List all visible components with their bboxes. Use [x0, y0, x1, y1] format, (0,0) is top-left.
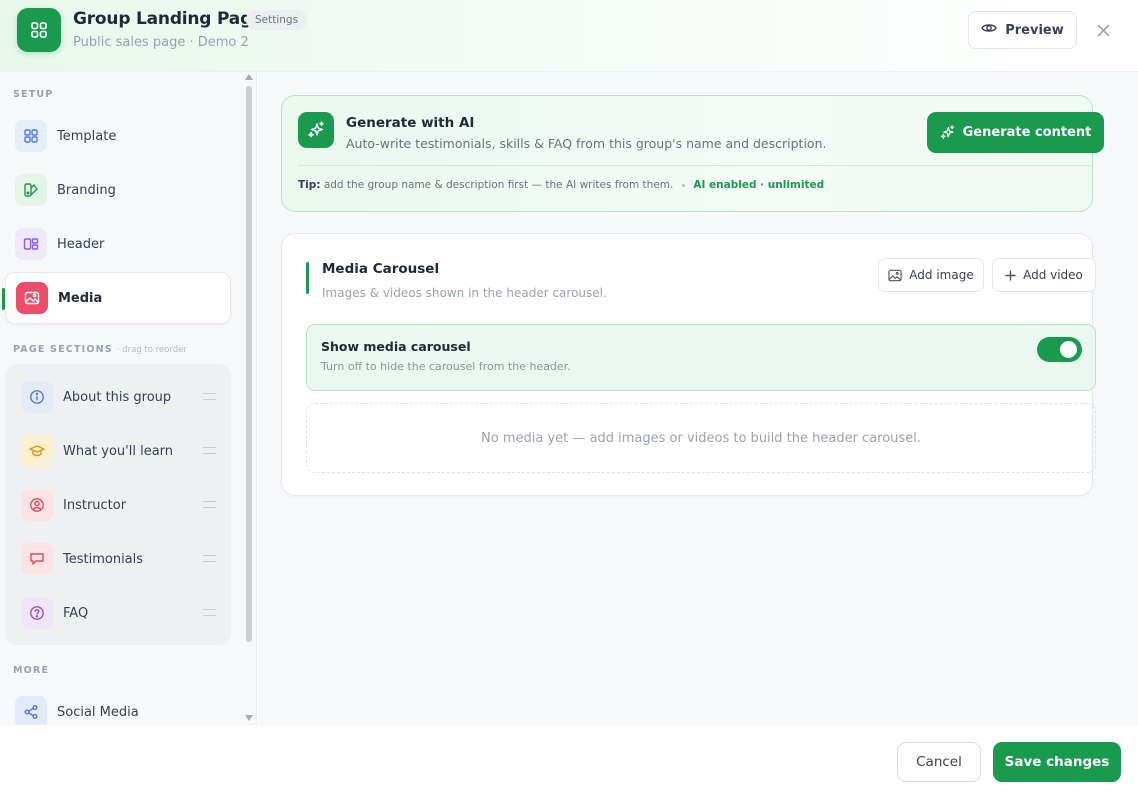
settings-badge: Settings: [246, 10, 308, 30]
footer: Cancel Save changes: [0, 724, 1138, 792]
show-carousel-toggle-row: Show media carousel Turn off to hide the…: [306, 324, 1096, 391]
image-icon: [888, 269, 902, 281]
media-carousel-card: Media Carousel Images & videos shown in …: [281, 233, 1096, 496]
ai-status: AI enabled · unlimited: [693, 179, 825, 191]
section-item-label: Instructor: [63, 497, 127, 513]
scrollbar-thumb[interactable]: [246, 86, 252, 642]
sidebar-item-label: Media: [58, 290, 103, 306]
section-item-label: What you'll learn: [63, 443, 174, 459]
drag-handle-icon[interactable]: [203, 447, 216, 454]
drag-hint: · drag to reorder: [116, 345, 187, 355]
drag-handle-icon[interactable]: [203, 501, 216, 508]
sidebar-item-template[interactable]: Template: [5, 110, 231, 162]
info-icon: [21, 381, 53, 413]
grid-icon: [15, 120, 47, 152]
drag-handle-icon[interactable]: [203, 609, 216, 616]
section-item-instructor[interactable]: Instructor: [16, 483, 220, 527]
section-item-label: Testimonials: [63, 551, 144, 567]
sidebar-item-header[interactable]: Header: [5, 218, 231, 270]
plus-icon: [1005, 269, 1016, 281]
cancel-button[interactable]: Cancel: [897, 742, 981, 782]
media-carousel-description: Images & videos shown in the header caro…: [322, 286, 607, 300]
media-empty-state: No media yet — add images or videos to b…: [306, 403, 1096, 473]
section-item-label: FAQ: [63, 605, 89, 621]
sidebar-item-label: Social Media: [57, 704, 139, 720]
close-icon: [1097, 24, 1109, 36]
generate-content-button[interactable]: Generate content: [927, 112, 1104, 153]
save-changes-button[interactable]: Save changes: [993, 742, 1121, 782]
ai-card-title: Generate with AI: [346, 115, 475, 131]
ai-card-description: Auto-write testimonials, skills & FAQ fr…: [346, 136, 827, 151]
tip-text: add the group name & description first —…: [323, 179, 674, 191]
tip-label: Tip:: [298, 179, 321, 191]
separator-dot: [682, 183, 686, 187]
chat-icon: [21, 543, 53, 575]
eye-icon: [981, 22, 998, 38]
sparkles-icon: [298, 112, 334, 148]
scroll-down-arrow-icon[interactable]: [245, 715, 253, 721]
sparkles-icon: [940, 125, 954, 139]
drag-handle-icon[interactable]: [203, 393, 216, 400]
setup-section-label: SETUP: [13, 89, 54, 100]
preview-button[interactable]: Preview: [968, 11, 1077, 49]
page-title: Group Landing Page: [73, 9, 264, 29]
image-icon: [16, 282, 48, 314]
graduation-cap-icon: [21, 435, 53, 467]
divider: [298, 165, 1092, 166]
sidebar-item-label: Branding: [57, 182, 116, 198]
main-content: Generate with AI Auto-write testimonials…: [258, 72, 1138, 724]
more-section-label: MORE: [13, 665, 50, 676]
add-image-button[interactable]: Add image: [878, 258, 984, 292]
section-item-label: About this group: [63, 389, 172, 405]
show-carousel-toggle[interactable]: [1037, 337, 1082, 362]
page-sections-label-text: PAGE SECTIONS: [13, 344, 113, 355]
sidebar-item-label: Header: [57, 236, 105, 252]
user-icon: [21, 489, 53, 521]
close-button[interactable]: [1092, 19, 1114, 41]
section-item-about[interactable]: About this group: [16, 375, 220, 419]
ai-generate-card: Generate with AI Auto-write testimonials…: [281, 95, 1104, 212]
sidebar-scrollbar[interactable]: [245, 72, 253, 724]
section-item-testimonials[interactable]: Testimonials: [16, 537, 220, 581]
sidebar: SETUP Template Branding Header Media PAG…: [0, 72, 257, 724]
question-icon: [21, 597, 53, 629]
section-item-learn[interactable]: What you'll learn: [16, 429, 220, 473]
media-carousel-title: Media Carousel: [322, 261, 440, 277]
top-bar: Group Landing Page Settings Public sales…: [0, 0, 1138, 72]
add-video-button[interactable]: Add video: [992, 258, 1096, 292]
grid-icon: [17, 8, 61, 52]
page-subtitle: Public sales page · Demo 2: [73, 35, 249, 50]
palette-icon: [15, 174, 47, 206]
ai-tip: Tip: add the group name & description fi…: [298, 179, 824, 191]
sidebar-item-label: Template: [57, 128, 117, 144]
active-indicator: [2, 288, 5, 310]
layout-icon: [15, 228, 47, 260]
share-icon: [15, 696, 47, 724]
section-accent-bar: [306, 262, 309, 294]
generate-content-label: Generate content: [962, 125, 1092, 140]
preview-label: Preview: [1005, 22, 1064, 38]
sidebar-item-social-media[interactable]: Social Media: [5, 686, 231, 724]
sidebar-item-media[interactable]: Media: [2, 272, 231, 324]
add-image-label: Add image: [909, 268, 974, 282]
scroll-up-arrow-icon[interactable]: [245, 74, 253, 80]
drag-handle-icon[interactable]: [203, 555, 216, 562]
toggle-title: Show media carousel: [321, 339, 471, 354]
page-sections-label: PAGE SECTIONS · drag to reorder: [13, 344, 187, 355]
toggle-knob: [1060, 341, 1077, 358]
section-item-faq[interactable]: FAQ: [16, 591, 220, 635]
sidebar-item-branding[interactable]: Branding: [5, 164, 231, 216]
toggle-description: Turn off to hide the carousel from the h…: [321, 360, 571, 373]
add-video-label: Add video: [1023, 268, 1083, 282]
page-sections-list: About this group What you'll learn Instr…: [5, 364, 231, 645]
